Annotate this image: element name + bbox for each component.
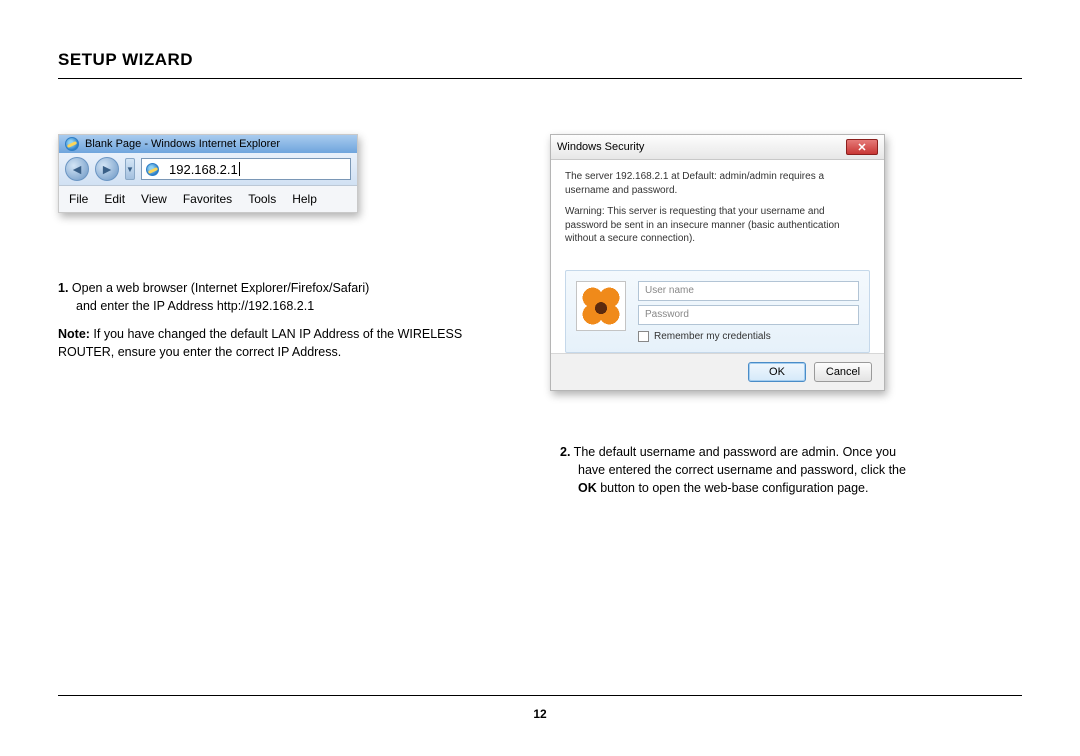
- avatar: [576, 281, 626, 331]
- menu-favorites[interactable]: Favorites: [175, 190, 240, 208]
- credentials-box: User name Password Remember my credentia…: [565, 270, 870, 353]
- security-dialog: Windows Security ✕ The server 192.168.2.…: [550, 134, 885, 391]
- browser-menubar: File Edit View Favorites Tools Help: [59, 186, 357, 212]
- columns: Blank Page - Windows Internet Explorer ◄…: [58, 134, 1022, 507]
- credential-fields: User name Password Remember my credentia…: [638, 281, 859, 342]
- menu-help[interactable]: Help: [284, 190, 325, 208]
- step2-line2a: have entered the correct username and pa…: [560, 463, 906, 477]
- step1-text: 1. Open a web browser (Internet Explorer…: [58, 279, 520, 362]
- ok-button[interactable]: OK: [748, 362, 806, 382]
- page-number: 12: [0, 707, 1080, 721]
- security-footer: OK Cancel: [551, 353, 884, 390]
- menu-tools[interactable]: Tools: [240, 190, 284, 208]
- remember-label: Remember my credentials: [654, 331, 771, 342]
- username-input[interactable]: User name: [638, 281, 859, 301]
- back-button[interactable]: ◄: [65, 157, 89, 181]
- security-title: Windows Security: [557, 141, 644, 153]
- browser-screenshot: Blank Page - Windows Internet Explorer ◄…: [58, 134, 358, 213]
- password-input[interactable]: Password: [638, 305, 859, 325]
- text-caret-icon: [239, 162, 240, 176]
- ok-word: OK: [578, 481, 597, 495]
- col-right: Windows Security ✕ The server 192.168.2.…: [560, 134, 1022, 507]
- close-button[interactable]: ✕: [846, 139, 878, 155]
- step1-num: 1.: [58, 281, 68, 295]
- ie-icon: [146, 163, 159, 176]
- step2-num: 2.: [560, 445, 570, 459]
- browser-navrow: ◄ ► ▼ 192.168.2.1: [59, 153, 357, 186]
- forward-button[interactable]: ►: [95, 157, 119, 181]
- remember-checkbox[interactable]: [638, 331, 649, 342]
- rule-bottom: [58, 695, 1022, 696]
- security-body: The server 192.168.2.1 at Default: admin…: [551, 160, 884, 262]
- step1-line2: and enter the IP Address http://192.168.…: [58, 299, 314, 313]
- browser-window-title: Blank Page - Windows Internet Explorer: [85, 138, 280, 150]
- menu-file[interactable]: File: [61, 190, 96, 208]
- security-msg2: Warning: This server is requesting that …: [565, 205, 870, 246]
- note-label: Note:: [58, 327, 90, 341]
- step2-text: 2. The default username and password are…: [560, 443, 1022, 497]
- col-left: Blank Page - Windows Internet Explorer ◄…: [58, 134, 520, 507]
- menu-edit[interactable]: Edit: [96, 190, 133, 208]
- browser-titlebar: Blank Page - Windows Internet Explorer: [59, 135, 357, 153]
- flower-icon: [580, 285, 622, 327]
- remember-row: Remember my credentials: [638, 331, 859, 342]
- address-bar[interactable]: 192.168.2.1: [141, 158, 351, 180]
- note-text: If you have changed the default LAN IP A…: [58, 327, 462, 359]
- page-title: SETUP WIZARD: [58, 50, 1022, 70]
- ie-icon: [65, 137, 79, 151]
- step2-line2b: button to open the web-base configuratio…: [597, 481, 869, 495]
- nav-history-dropdown[interactable]: ▼: [125, 158, 135, 180]
- menu-view[interactable]: View: [133, 190, 175, 208]
- step2-line1: The default username and password are ad…: [570, 445, 896, 459]
- step1-line1: Open a web browser (Internet Explorer/Fi…: [68, 281, 369, 295]
- address-text: 192.168.2.1: [169, 162, 238, 177]
- security-titlebar: Windows Security ✕: [551, 135, 884, 160]
- rule-top: [58, 78, 1022, 79]
- cancel-button[interactable]: Cancel: [814, 362, 872, 382]
- security-msg1: The server 192.168.2.1 at Default: admin…: [565, 170, 870, 197]
